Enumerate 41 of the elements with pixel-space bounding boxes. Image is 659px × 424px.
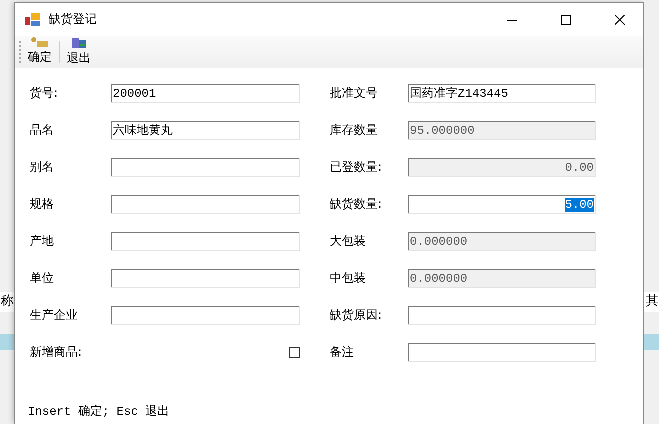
close-icon (615, 14, 625, 24)
field-label: 缺货原因: (330, 307, 384, 324)
text-field[interactable] (111, 306, 300, 325)
text-field[interactable]: 5.00 (408, 195, 596, 214)
text-field[interactable]: 国药准字Z143445 (408, 84, 596, 103)
door-icon (71, 36, 87, 48)
field-label: 中包装 (330, 270, 367, 287)
field-label: 规格 (30, 196, 55, 213)
window-title: 缺货登记 (49, 11, 98, 28)
text-field[interactable]: 200001 (111, 84, 300, 103)
text-field[interactable] (111, 232, 300, 251)
status-text: Insert 确定; Esc 退出 (27, 404, 171, 421)
field-label: 货号: (30, 85, 60, 102)
text-field[interactable] (408, 306, 596, 325)
column-header: 称 (0, 292, 14, 312)
field-label: 生产企业 (30, 307, 79, 324)
text-field[interactable] (111, 158, 300, 177)
text-field[interactable] (408, 343, 596, 362)
maximize-icon (561, 14, 571, 24)
checkbox[interactable] (289, 347, 300, 358)
field-label: 新增商品: (30, 344, 84, 361)
field-label: 已登数量: (330, 159, 384, 176)
field-label: 库存数量 (330, 122, 379, 139)
field-label: 单位 (30, 270, 55, 287)
field-label: 品名 (30, 122, 55, 139)
text-field[interactable]: 六味地黄丸 (111, 121, 300, 140)
field-label: 别名 (30, 159, 55, 176)
selected-row (0, 334, 14, 350)
app-icon (25, 12, 41, 26)
field-label: 产地 (30, 233, 55, 250)
toolbar-button[interactable]: 确定 (25, 37, 55, 66)
column-header: 其 (644, 292, 659, 312)
field-label: 大包装 (330, 233, 367, 250)
text-field[interactable] (111, 195, 300, 214)
key-icon (31, 37, 49, 48)
toolbar-button[interactable]: 退出 (64, 36, 94, 66)
selected-row (644, 334, 659, 350)
field-label: 缺货数量: (330, 196, 384, 213)
field-label: 备注 (330, 344, 355, 361)
text-field[interactable] (111, 269, 300, 288)
field-label: 批准文号 (330, 85, 379, 102)
